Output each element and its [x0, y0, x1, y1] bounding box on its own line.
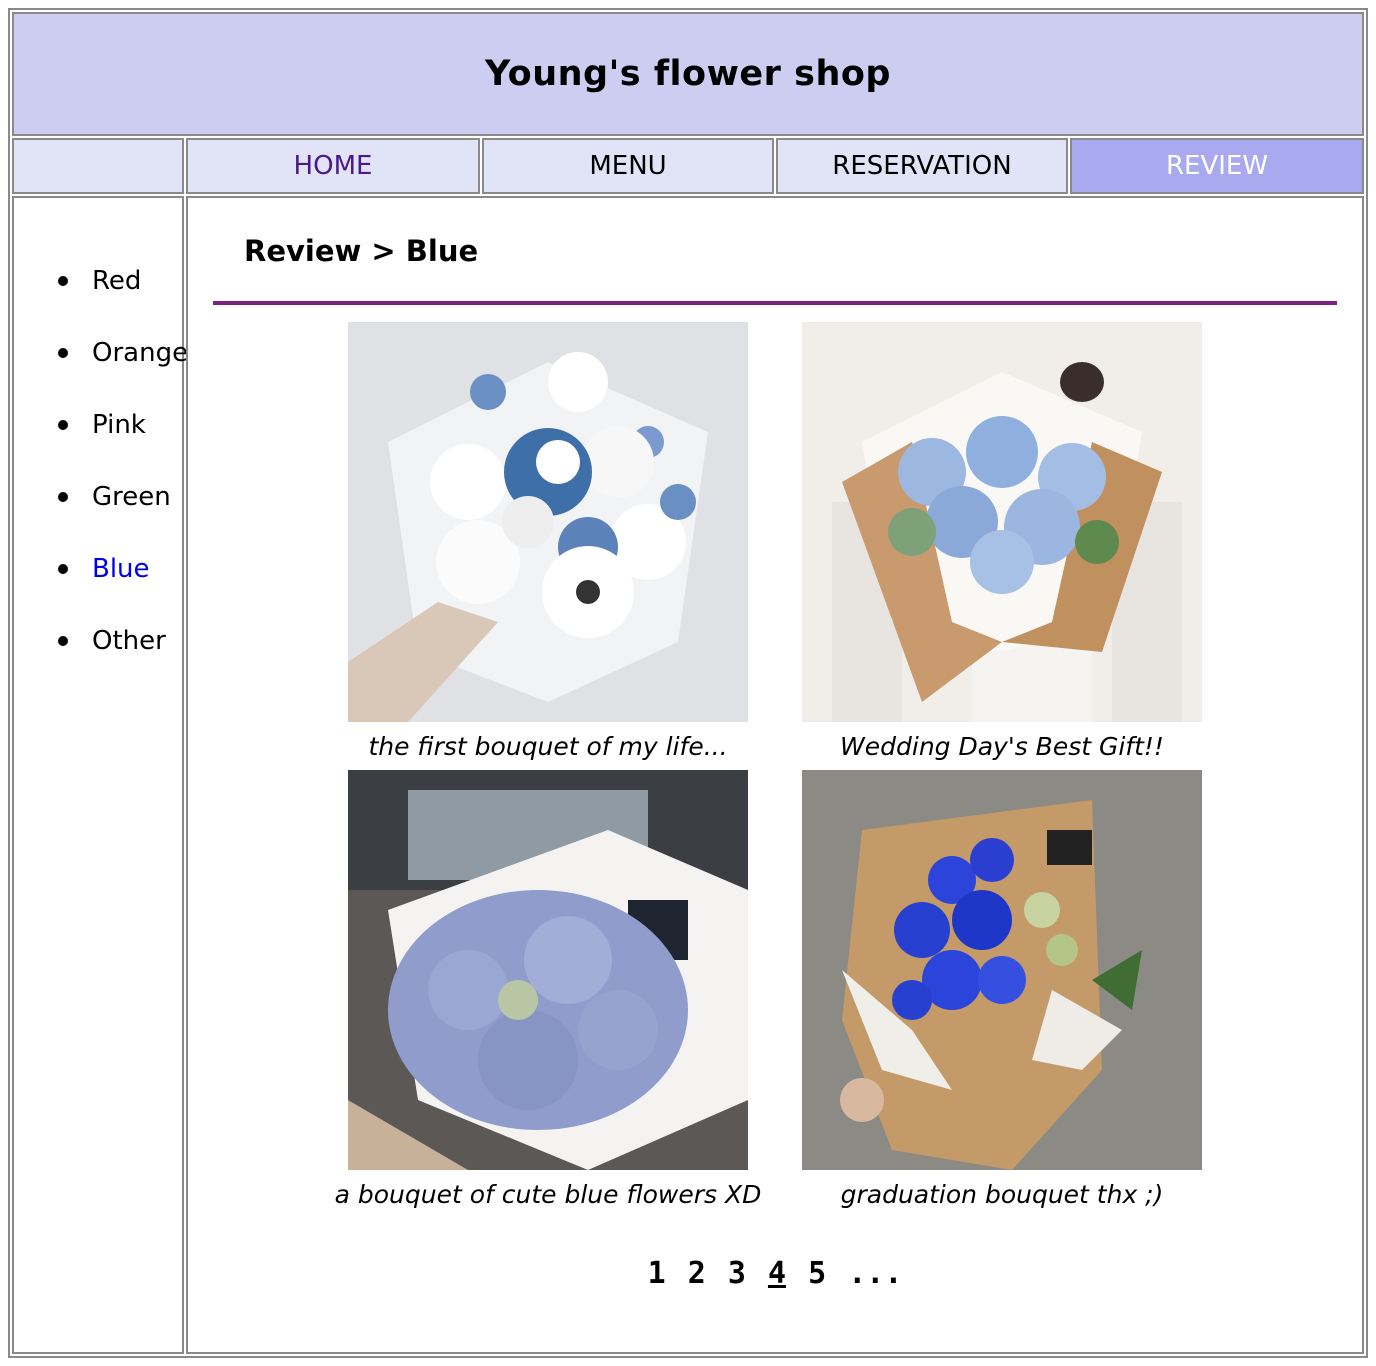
nav-reservation-label: RESERVATION	[832, 151, 1012, 181]
page-more[interactable]: ...	[848, 1256, 902, 1291]
bullet-icon	[58, 276, 68, 286]
review-caption-1: the first bouquet of my life...	[368, 732, 728, 761]
nav-spacer	[12, 138, 184, 194]
nav-reservation[interactable]: RESERVATION	[776, 138, 1068, 194]
review-photo-4[interactable]	[802, 770, 1202, 1170]
bouquet-image	[348, 770, 748, 1170]
page-link-2[interactable]: 2	[688, 1256, 706, 1291]
bullet-icon	[58, 492, 68, 502]
sidebar-item-label: Green	[92, 482, 171, 512]
category-list: Red Orange Pink Green Blue Other	[58, 268, 188, 700]
sidebar-item-blue[interactable]: Blue	[58, 556, 188, 628]
nav-review[interactable]: REVIEW	[1070, 138, 1364, 194]
bouquet-image	[802, 322, 1202, 722]
page-link-5[interactable]: 5	[808, 1256, 826, 1291]
review-caption-3: a bouquet of cute blue flowers XD	[334, 1180, 762, 1209]
page-link-4[interactable]: 4	[768, 1256, 786, 1291]
bouquet-image	[348, 322, 748, 722]
sidebar-item-pink[interactable]: Pink	[58, 412, 188, 484]
page-link-3[interactable]: 3	[728, 1256, 746, 1291]
sidebar-item-orange[interactable]: Orange	[58, 340, 188, 412]
review-photo-2[interactable]	[802, 322, 1202, 722]
breadcrumb: Review > Blue	[244, 234, 479, 268]
sidebar-item-red[interactable]: Red	[58, 268, 188, 340]
bullet-icon	[58, 348, 68, 358]
review-photo-3[interactable]	[348, 770, 748, 1170]
site-title: Young's flower shop	[485, 54, 891, 94]
main-content: Review > Blue the first bouquet of my li…	[186, 196, 1364, 1354]
sidebar-item-label: Blue	[92, 554, 150, 584]
nav-menu-label: MENU	[589, 151, 667, 181]
review-caption-4: graduation bouquet thx ;)	[840, 1180, 1164, 1209]
bullet-icon	[58, 564, 68, 574]
review-photo-1[interactable]	[348, 322, 748, 722]
review-caption-2: Wedding Day's Best Gift!!	[840, 732, 1164, 761]
sidebar-item-other[interactable]: Other	[58, 628, 188, 700]
bullet-icon	[58, 636, 68, 646]
sidebar-item-label: Other	[92, 626, 166, 656]
nav-home-label: HOME	[293, 151, 373, 181]
nav-review-label: REVIEW	[1165, 151, 1269, 181]
sidebar-item-label: Red	[92, 266, 142, 296]
site-header: Young's flower shop	[12, 12, 1364, 136]
section-divider	[213, 301, 1337, 305]
bullet-icon	[58, 420, 68, 430]
sidebar: Red Orange Pink Green Blue Other	[12, 196, 188, 1354]
pagination: 1 2 3 4 5 ...	[188, 1256, 1362, 1291]
sidebar-item-label: Orange	[92, 338, 189, 368]
nav-menu[interactable]: MENU	[482, 138, 774, 194]
nav-home[interactable]: HOME	[186, 138, 480, 194]
bouquet-image	[802, 770, 1202, 1170]
page-link-1[interactable]: 1	[648, 1256, 666, 1291]
sidebar-item-label: Pink	[92, 410, 146, 440]
sidebar-item-green[interactable]: Green	[58, 484, 188, 556]
